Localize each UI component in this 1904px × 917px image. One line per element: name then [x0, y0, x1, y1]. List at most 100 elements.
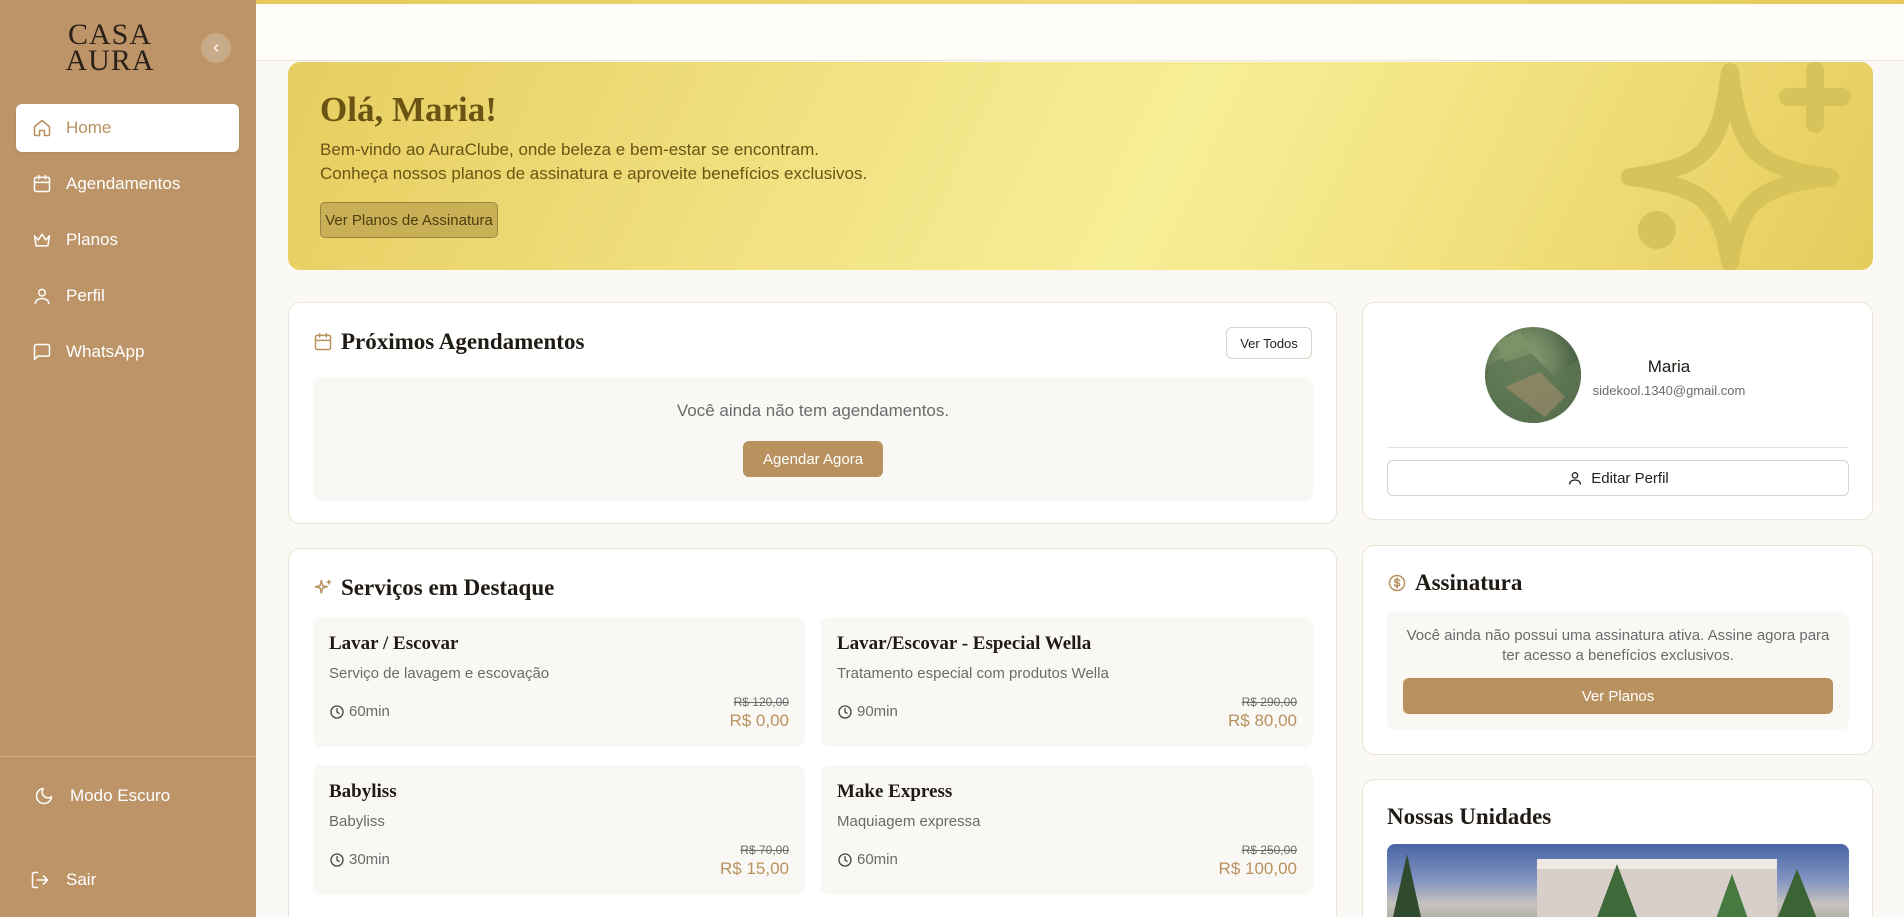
view-plans-button[interactable]: Ver Planos	[1403, 678, 1833, 714]
featured-services-title: Serviços em Destaque	[313, 575, 554, 601]
sidebar-divider	[0, 756, 256, 757]
service-duration-text: 90min	[857, 703, 898, 720]
service-duration: 60min	[837, 851, 898, 868]
sidebar-item-label: Home	[66, 118, 112, 137]
home-icon	[33, 119, 51, 137]
user-icon	[1569, 472, 1582, 485]
calendar-icon	[314, 332, 332, 351]
subscription-title-text: Assinatura	[1415, 570, 1523, 595]
service-description: Maquiagem expressa	[837, 813, 981, 830]
dark-mode-toggle[interactable]: Modo Escuro	[34, 786, 170, 806]
service-item[interactable]: Lavar / Escovar Serviço de lavagem e esc…	[313, 617, 805, 747]
calendar-icon	[33, 174, 51, 193]
welcome-title: Olá, Maria!	[320, 90, 497, 129]
topbar	[256, 0, 1904, 61]
sidebar-nav: Home Agendamentos Planos Perfil WhatsApp	[16, 104, 239, 384]
sidebar-item-label: WhatsApp	[66, 342, 145, 361]
profile-email: sidekool.1340@gmail.com	[1592, 383, 1746, 398]
service-duration: 90min	[837, 703, 898, 720]
service-description: Babyliss	[329, 813, 385, 830]
welcome-text-line-1: Bem-vindo ao AuraClube, onde beleza e be…	[320, 140, 819, 159]
service-name: Lavar/Escovar - Especial Wella	[837, 633, 1092, 654]
service-name: Make Express	[837, 781, 953, 802]
edit-profile-label: Editar Perfil	[1591, 469, 1669, 487]
chat-icon	[33, 343, 51, 361]
sidebar-item-label: Agendamentos	[66, 174, 181, 193]
service-item[interactable]: Make Express Maquiagem expressa 60min R$…	[821, 765, 1313, 895]
collapse-sidebar-button[interactable]	[201, 33, 231, 63]
logout-label: Sair	[66, 870, 97, 889]
subscription-card: Assinatura Você ainda não possui uma ass…	[1362, 545, 1873, 755]
sparkles-icon	[314, 579, 332, 594]
clock-icon	[330, 704, 344, 719]
sidebar-item-perfil[interactable]: Perfil	[16, 272, 239, 320]
sidebar-item-agendamentos[interactable]: Agendamentos	[16, 160, 239, 208]
service-description: Tratamento especial com produtos Wella	[837, 665, 1109, 682]
appointments-title-text: Próximos Agendamentos	[341, 329, 585, 354]
service-duration: 30min	[329, 851, 390, 868]
logo-line-2: AURA	[65, 44, 155, 77]
profile-card: Maria sidekool.1340@gmail.com Editar Per…	[1362, 302, 1873, 520]
appointments-empty-state: Você ainda não tem agendamentos. Agendar…	[313, 377, 1313, 501]
avatar[interactable]	[1485, 327, 1581, 423]
profile-name: Maria	[1647, 357, 1691, 376]
subscription-empty-state: Você ainda não possui uma assinatura ati…	[1387, 612, 1849, 730]
service-price: R$ 100,00	[1218, 859, 1297, 878]
crown-icon	[33, 233, 51, 247]
service-duration-text: 60min	[857, 851, 898, 868]
clock-icon	[330, 852, 344, 867]
dollar-circle-icon	[1388, 574, 1406, 592]
service-item[interactable]: Lavar/Escovar - Especial Wella Tratament…	[821, 617, 1313, 747]
logout-icon	[31, 871, 49, 889]
chevron-left-icon	[213, 44, 219, 52]
service-old-price: R$ 250,00	[1241, 843, 1297, 857]
edit-profile-button[interactable]: Editar Perfil	[1387, 460, 1849, 496]
clock-icon	[838, 704, 852, 719]
appointments-card: Próximos Agendamentos Ver Todos Você ain…	[288, 302, 1337, 524]
service-price: R$ 0,00	[729, 711, 789, 730]
service-name: Lavar / Escovar	[329, 633, 459, 654]
view-all-appointments-button[interactable]: Ver Todos	[1226, 327, 1312, 359]
appointments-title: Próximos Agendamentos	[313, 329, 584, 355]
clock-icon	[838, 852, 852, 867]
logout-button[interactable]: Sair	[30, 870, 96, 890]
view-subscription-plans-button[interactable]: Ver Planos de Assinatura	[320, 202, 498, 238]
subscription-title: Assinatura	[1387, 570, 1522, 596]
sparkles-icon	[1621, 62, 1851, 270]
welcome-text-line-2: Conheça nossos planos de assinatura e ap…	[320, 164, 868, 183]
empty-appointments-text: Você ainda não tem agendamentos.	[676, 401, 950, 420]
units-title-text: Nossas Unidades	[1387, 804, 1552, 829]
moon-icon	[35, 787, 53, 805]
unit-photo-image	[1393, 854, 1817, 917]
service-price: R$ 15,00	[720, 859, 789, 878]
sidebar-item-planos[interactable]: Planos	[16, 216, 239, 264]
user-icon	[34, 288, 50, 305]
service-name: Babyliss	[329, 781, 397, 802]
featured-services-card: Serviços em Destaque Lavar / Escovar Ser…	[288, 548, 1337, 917]
logo[interactable]: CASA AURA	[62, 20, 158, 77]
dark-mode-label: Modo Escuro	[70, 786, 171, 805]
service-old-price: R$ 290,00	[1241, 695, 1297, 709]
service-item[interactable]: Babyliss Babyliss 30min R$ 70,00 R$ 15,0…	[313, 765, 805, 895]
sidebar-item-label: Perfil	[66, 286, 105, 305]
service-description: Serviço de lavagem e escovação	[329, 665, 550, 682]
subscription-text: Você ainda não possui uma assinatura ati…	[1406, 627, 1830, 664]
service-duration-text: 60min	[349, 703, 390, 720]
units-card: Nossas Unidades	[1362, 779, 1873, 917]
units-title: Nossas Unidades	[1387, 804, 1551, 830]
service-old-price: R$ 120,00	[733, 695, 789, 709]
sidebar-item-whatsapp[interactable]: WhatsApp	[16, 328, 239, 376]
avatar-image	[1485, 332, 1581, 423]
sidebar-item-label: Planos	[66, 230, 118, 249]
featured-services-title-text: Serviços em Destaque	[341, 575, 555, 600]
unit-photo[interactable]	[1387, 844, 1849, 917]
service-duration: 60min	[329, 703, 390, 720]
service-duration-text: 30min	[349, 851, 390, 868]
service-old-price: R$ 70,00	[740, 843, 789, 857]
profile-divider	[1387, 447, 1849, 448]
sidebar: CASA AURA Home Agendamentos Planos Perfi…	[0, 0, 256, 917]
service-price: R$ 80,00	[1228, 711, 1297, 730]
welcome-banner: Olá, Maria! Bem-vindo ao AuraClube, onde…	[288, 62, 1873, 270]
sidebar-item-home[interactable]: Home	[16, 104, 239, 152]
schedule-now-button[interactable]: Agendar Agora	[743, 441, 883, 477]
